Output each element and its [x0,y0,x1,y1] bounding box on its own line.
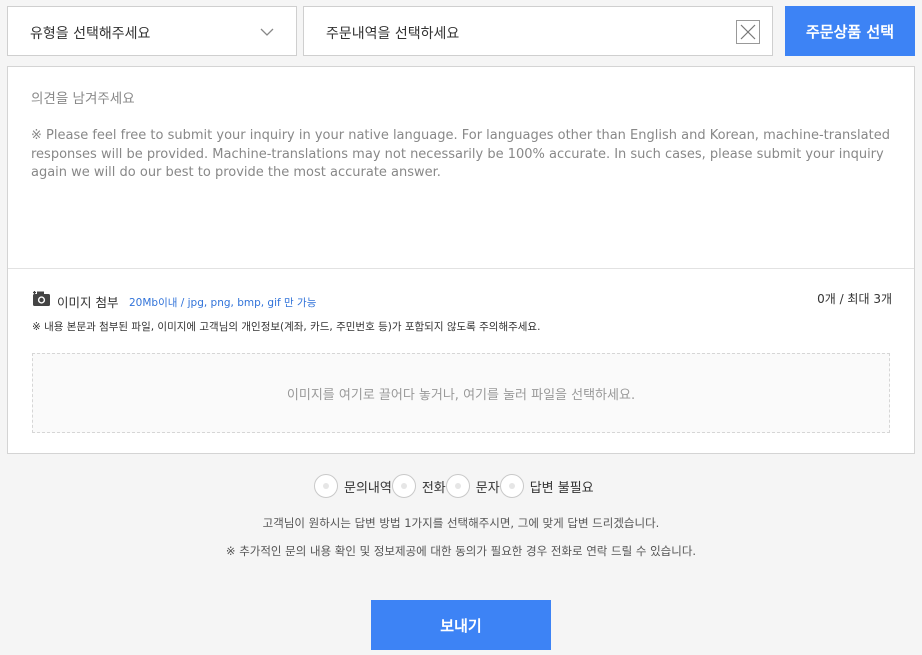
send-button[interactable]: 보내기 [371,600,551,650]
reply-option-label: 답변 불필요 [529,480,594,496]
reply-option-inquiry-history[interactable]: 문의내역 [314,474,392,498]
inquiry-panel: 의견을 남겨주세요 ※ Please feel free to submit y… [7,66,915,454]
camera-icon [33,291,50,306]
top-row: 유형을 선택해주세요 주문내역을 선택하세요 주문상품 선택 [7,6,916,56]
comment-placeholder-heading: 의견을 남겨주세요 [31,91,135,107]
comment-textarea[interactable]: 의견을 남겨주세요 ※ Please feel free to submit y… [31,87,891,183]
attachment-count: 0개 / 최대 3개 [817,292,892,306]
dropzone-text: 이미지를 여기로 끌어다 놓거나, 여기를 눌러 파일을 선택하세요. [286,387,636,403]
close-icon [740,24,756,40]
order-select[interactable]: 주문내역을 선택하세요 [303,6,773,56]
image-dropzone[interactable]: 이미지를 여기로 끌어다 놓거나, 여기를 눌러 파일을 선택하세요. [32,353,890,433]
attachment-title: 이미지 첨부 [57,295,119,310]
contact-consent-notice: ※ 추가적인 문의 내용 확인 및 정보제공에 대한 동의가 필요한 경우 전화… [225,544,697,558]
reply-option-label: 문자 [475,480,500,496]
attachment-limits: 20Mb이내 / jpg, png, bmp, gif 만 가능 [129,297,317,309]
reply-option-label: 전화 [421,480,446,496]
attachment-header: 이미지 첨부 20Mb이내 / jpg, png, bmp, gif 만 가능 … [32,289,892,311]
reply-method-options: 문의내역 전화 문자 답변 불필요 [314,474,594,498]
divider [8,268,914,269]
reply-option-no-reply[interactable]: 답변 불필요 [499,474,594,498]
reply-option-sms[interactable]: 문자 [445,474,500,498]
radio-button[interactable] [445,474,470,498]
reply-method-help: 고객님이 원하시는 답변 방법 1가지를 선택해주시면, 그에 맞게 답변 드리… [262,516,660,530]
comment-placeholder-notice: ※ Please feel free to submit your inquir… [31,128,890,180]
type-select[interactable]: 유형을 선택해주세요 [7,6,297,56]
reply-option-label: 문의내역 [344,480,392,496]
attachment-warning: ※ 내용 본문과 첨부된 파일, 이미지에 고객님의 개인정보(계좌, 카드, … [32,321,541,333]
type-select-value: 유형을 선택해주세요 [30,26,151,42]
reply-option-phone[interactable]: 전화 [391,474,446,498]
radio-button[interactable] [314,474,338,498]
radio-button[interactable] [391,474,416,498]
chevron-down-icon [260,28,274,36]
select-order-product-button[interactable]: 주문상품 선택 [785,6,915,56]
order-select-value: 주문내역을 선택하세요 [326,26,460,42]
clear-order-button[interactable] [736,20,760,44]
radio-button[interactable] [499,474,524,498]
